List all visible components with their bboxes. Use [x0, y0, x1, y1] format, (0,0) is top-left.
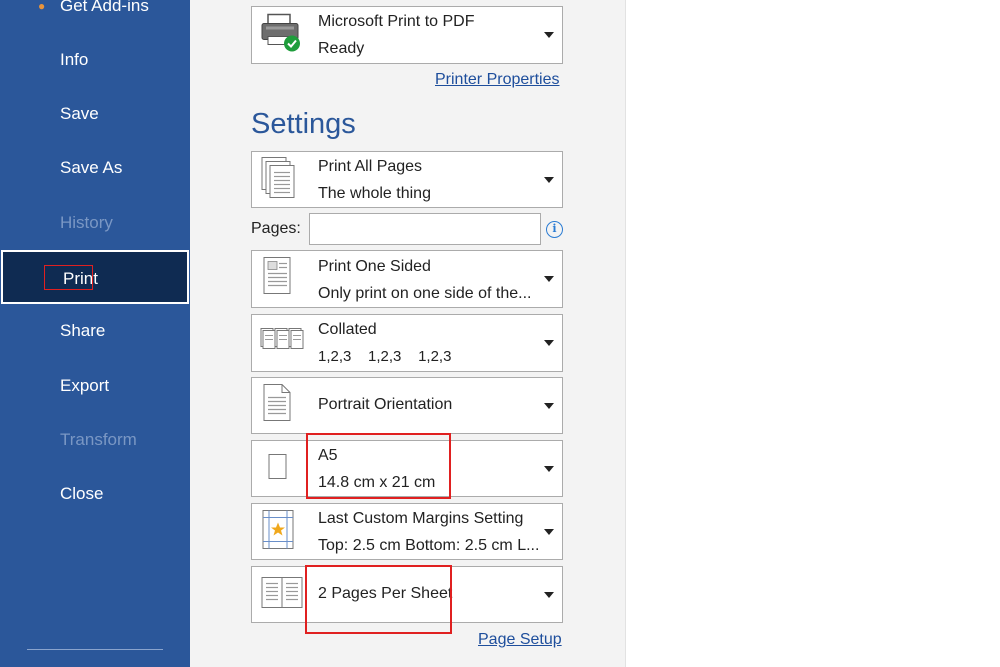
ready-check-icon — [284, 35, 300, 52]
chevron-down-icon — [544, 340, 554, 346]
printer-properties-link[interactable]: Printer Properties — [435, 71, 560, 89]
margins-sub: Top: 2.5 cm Bottom: 2.5 cm L... — [318, 537, 540, 554]
nav-item-save[interactable]: Save — [0, 94, 190, 134]
nav-item-history: History — [0, 203, 190, 243]
chevron-down-icon — [544, 528, 554, 535]
chevron-down-icon — [544, 32, 554, 38]
printer-icon — [260, 13, 304, 58]
backstage-nav: ● Get Add-ins Info Save Save As History … — [0, 0, 190, 667]
paper-size-dropdown[interactable]: A5 14.8 cm x 21 cm — [251, 440, 563, 497]
chevron-down-icon — [544, 591, 554, 598]
nav-item-label: Share — [60, 321, 106, 340]
collation-label: Collated — [318, 321, 377, 338]
print-range-sub: The whole thing — [318, 185, 431, 202]
pages-per-sheet-label: 2 Pages Per Sheet — [318, 585, 453, 602]
collated-pages-icon — [260, 326, 304, 361]
paper-size-sub: 14.8 cm x 21 cm — [318, 474, 436, 491]
chevron-down-icon — [544, 176, 554, 183]
nav-item-share[interactable]: Share — [0, 311, 190, 351]
nav-item-print[interactable]: Print — [1, 250, 189, 304]
nav-item-label: Transform — [60, 430, 137, 449]
nav-divider — [27, 649, 163, 650]
nav-item-label: Print — [63, 269, 98, 288]
paper-size-label: A5 — [318, 447, 338, 464]
orientation-dropdown[interactable]: Portrait Orientation — [251, 377, 563, 434]
margins-icon — [260, 507, 296, 556]
nav-item-label: Export — [60, 376, 110, 395]
pages-input[interactable] — [309, 213, 541, 245]
sides-label: Print One Sided — [318, 258, 431, 275]
nav-item-label: History — [60, 213, 113, 232]
nav-item-label: Get Add-ins — [60, 0, 149, 15]
nav-item-save-as[interactable]: Save As — [0, 148, 190, 188]
printer-dropdown[interactable]: Microsoft Print to PDF Ready — [251, 6, 563, 64]
chevron-down-icon — [544, 276, 554, 282]
nav-item-info[interactable]: Info — [0, 40, 190, 80]
margins-dropdown[interactable]: Last Custom Margins Setting Top: 2.5 cm … — [251, 503, 563, 560]
collation-dropdown[interactable]: Collated 1,2,3 1,2,3 1,2,3 — [251, 314, 563, 372]
orientation-label: Portrait Orientation — [318, 396, 453, 413]
collation-sub: 1,2,3 1,2,3 1,2,3 — [318, 348, 452, 365]
print-range-dropdown[interactable]: Print All Pages The whole thing — [251, 151, 563, 208]
pages-label: Pages: — [251, 220, 301, 237]
sides-sub: Only print on one side of the... — [318, 285, 532, 302]
portrait-page-icon — [260, 381, 296, 430]
nav-item-get-addins[interactable]: ● Get Add-ins — [0, 0, 190, 26]
nav-item-close[interactable]: Close — [0, 474, 190, 514]
nav-item-label: Close — [60, 484, 104, 503]
printer-status: Ready — [318, 40, 365, 57]
paper-size-icon — [260, 444, 296, 493]
nav-item-transform: Transform — [0, 420, 190, 460]
chevron-down-icon — [544, 465, 554, 472]
print-preview-area — [625, 0, 1000, 667]
one-sided-page-icon — [260, 255, 296, 304]
pages-stack-icon — [260, 155, 296, 204]
margins-label: Last Custom Margins Setting — [318, 510, 524, 527]
settings-title: Settings — [251, 108, 356, 140]
printer-name: Microsoft Print to PDF — [318, 13, 475, 30]
nav-item-label: Info — [60, 50, 89, 69]
nav-item-label: Save — [60, 104, 99, 123]
chevron-down-icon — [544, 402, 554, 409]
nav-item-export[interactable]: Export — [0, 366, 190, 406]
print-range-label: Print All Pages — [318, 158, 423, 175]
two-pages-icon — [260, 574, 304, 615]
nav-item-label: Save As — [60, 158, 123, 177]
info-icon[interactable]: i — [546, 221, 563, 238]
bullet-icon: ● — [38, 0, 46, 13]
sides-dropdown[interactable]: Print One Sided Only print on one side o… — [251, 250, 563, 308]
page-setup-link[interactable]: Page Setup — [478, 631, 562, 649]
pages-per-sheet-dropdown[interactable]: 2 Pages Per Sheet — [251, 566, 563, 623]
